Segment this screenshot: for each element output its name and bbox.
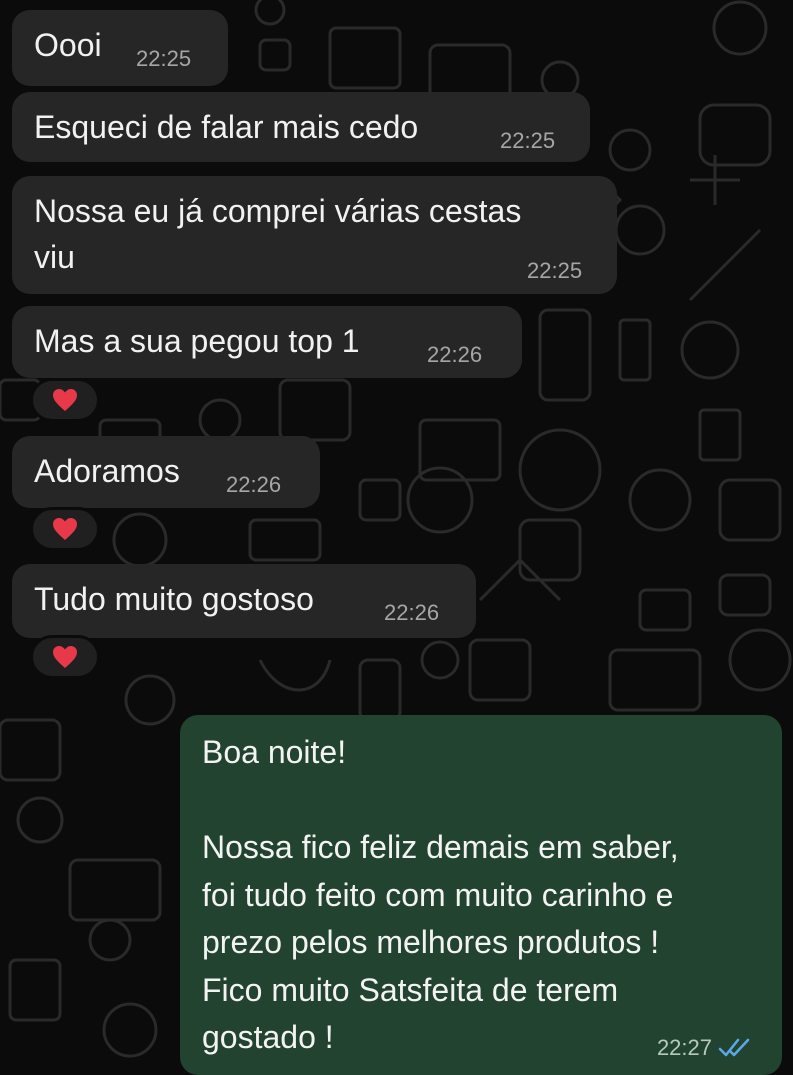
message-time: 22:27 — [656, 1035, 712, 1060]
message-meta: 22:27 — [657, 1035, 752, 1061]
incoming-message[interactable]: Adoramos 22:26 — [12, 436, 320, 508]
incoming-message[interactable]: Oooi 22:25 — [12, 10, 228, 86]
message-time: 22:26 — [384, 600, 440, 625]
message-time: 22:25 — [136, 46, 192, 71]
heart-icon — [53, 646, 77, 668]
double-check-read-icon — [718, 1038, 750, 1057]
message-text: Mas a sua pegou top 1 — [34, 323, 360, 359]
incoming-message[interactable]: Mas a sua pegou top 1 22:26 — [12, 306, 522, 378]
heart-icon — [53, 518, 77, 540]
reaction-badge[interactable] — [30, 635, 100, 679]
message-text: Nossa eu já comprei várias cestas viu — [34, 193, 522, 275]
message-time: 22:26 — [427, 342, 483, 367]
outgoing-message[interactable]: Boa noite! Nossa fico feliz demais em sa… — [180, 715, 782, 1075]
message-text: Adoramos — [34, 453, 180, 489]
message-time: 22:25 — [500, 128, 556, 153]
reaction-badge[interactable] — [30, 378, 100, 422]
message-text: Oooi — [34, 27, 102, 63]
heart-icon — [53, 389, 77, 411]
incoming-message[interactable]: Nossa eu já comprei várias cestas viu 22… — [12, 176, 617, 294]
incoming-message[interactable]: Tudo muito gostoso 22:26 — [12, 564, 476, 638]
incoming-message[interactable]: Esqueci de falar mais cedo 22:25 — [12, 92, 590, 162]
message-list[interactable]: Oooi 22:25 Esqueci de falar mais cedo 22… — [0, 0, 793, 1075]
message-text: Esqueci de falar mais cedo — [34, 109, 419, 145]
message-text: Boa noite! Nossa fico feliz demais em sa… — [202, 734, 679, 1055]
message-time: 22:26 — [226, 472, 282, 497]
message-text: Tudo muito gostoso — [34, 581, 314, 617]
message-time: 22:25 — [527, 258, 583, 283]
reaction-badge[interactable] — [30, 507, 100, 551]
